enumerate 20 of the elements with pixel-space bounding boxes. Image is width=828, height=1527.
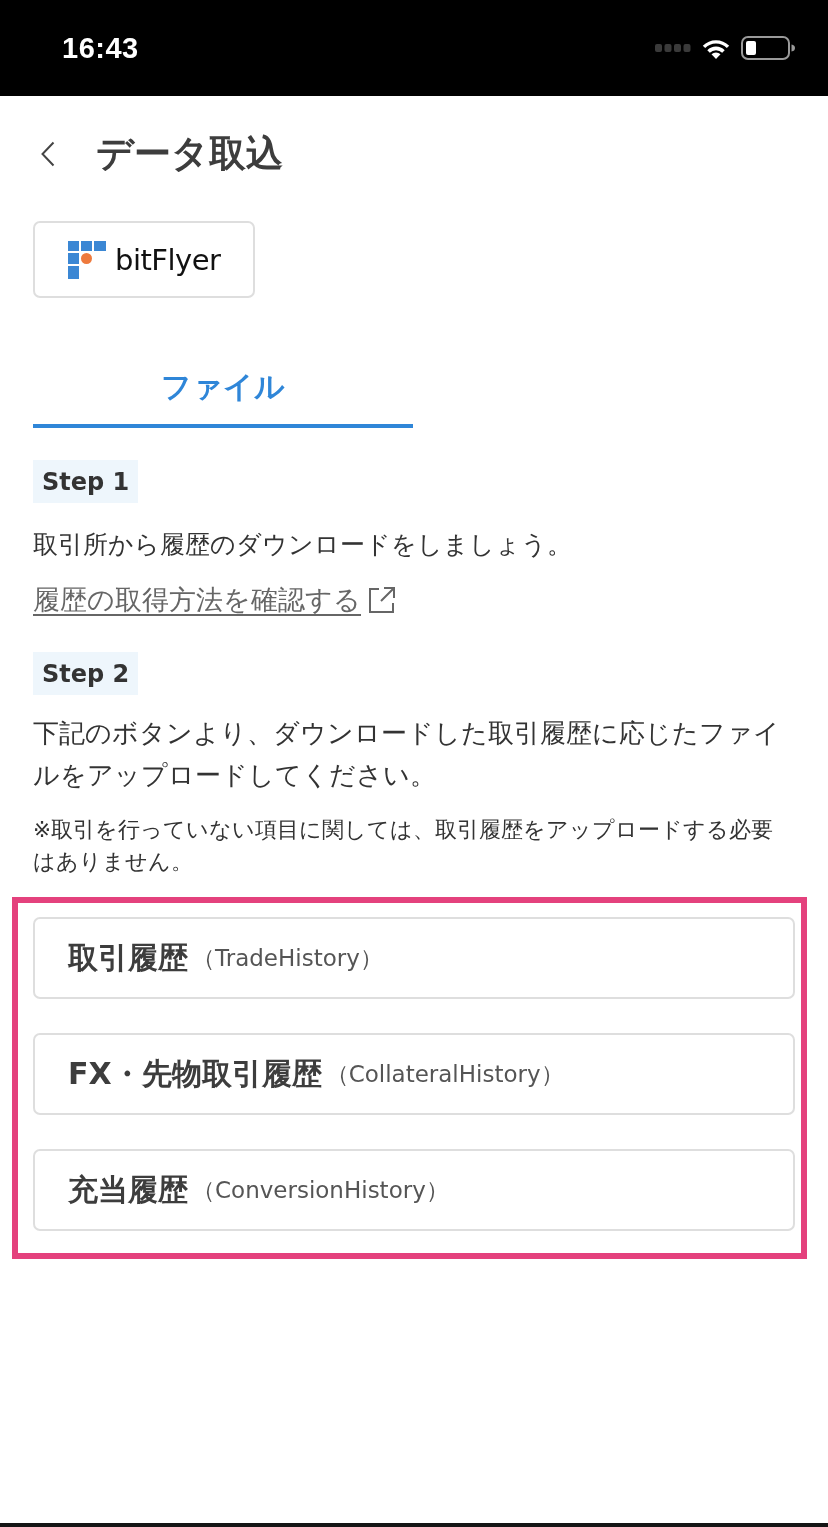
guide-link[interactable]: 履歴の取得方法を確認する: [33, 582, 396, 618]
signal-dots-icon: [655, 44, 691, 52]
step-label: Step 1: [33, 460, 139, 503]
external-link-icon: [368, 586, 396, 614]
note-text: ※取引を行っていない項目に関しては、取引履歴をアップロードする必要はありません。: [33, 816, 774, 876]
status-time: 16:43: [62, 31, 139, 65]
logo-icon: [68, 240, 106, 279]
page-title: データ取込: [96, 131, 283, 177]
upload-history-button[interactable]: 取引履歴（TradeHistory）: [33, 917, 795, 999]
instruction-text: 取引所から履歴のダウンロードをしましょう。: [33, 529, 572, 561]
upload-history-button[interactable]: 充当履歴（ConversionHistory）: [33, 1149, 795, 1231]
battery-icon: [741, 36, 795, 60]
step-label: Step 2: [33, 652, 139, 695]
upload-history-button[interactable]: FX・先物取引履歴（CollateralHistory）: [33, 1033, 795, 1115]
wifi-icon: [701, 37, 731, 59]
tab[interactable]: ファイル: [33, 350, 413, 428]
back-icon: [41, 141, 55, 167]
back-button[interactable]: [39, 140, 57, 168]
logo-wordmark: bitFlyer: [115, 242, 221, 277]
instruction-text: 下記のボタンより、ダウンロードした取引履歴に応じたファイルをアップロードしてください。: [33, 717, 781, 792]
